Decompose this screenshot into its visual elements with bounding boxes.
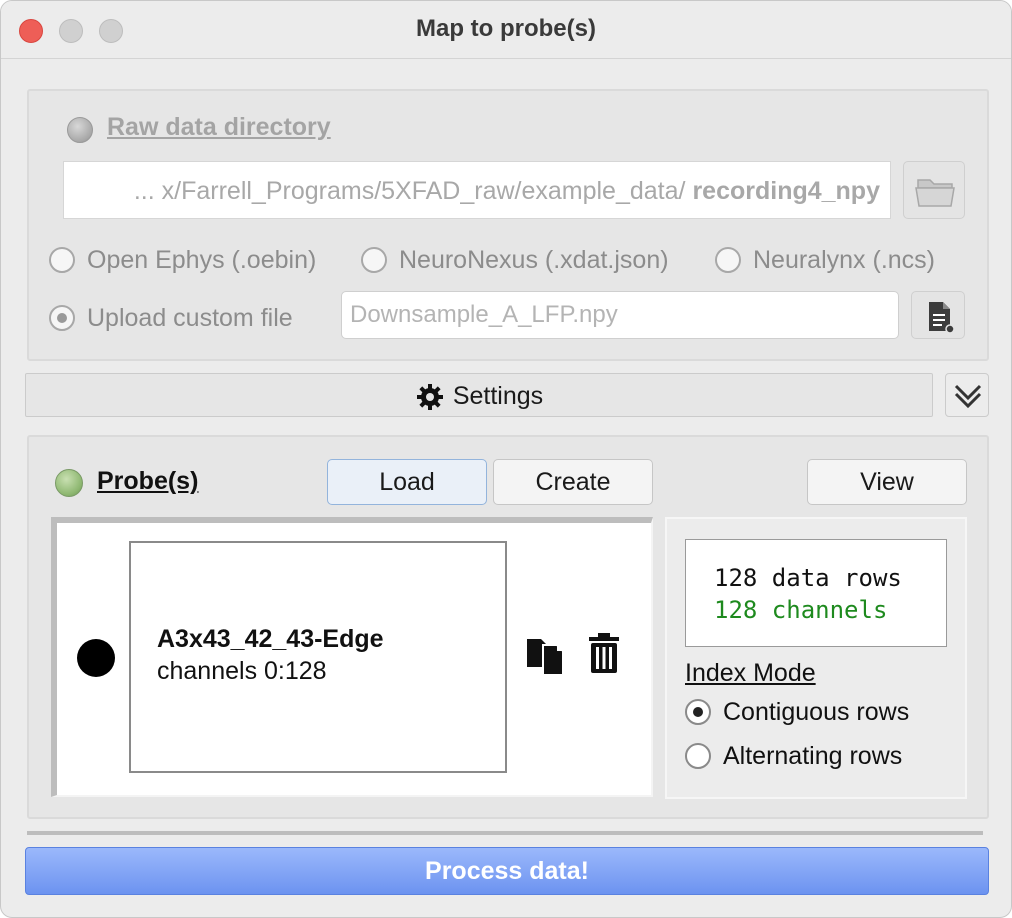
radio-alternating-rows-control[interactable] [685,743,711,770]
radio-contiguous-rows-control[interactable] [685,699,711,726]
settings-label: Settings [452,382,544,410]
gear-icon [416,384,443,411]
probe-title: Probe(s) [97,467,199,495]
titlebar: Map to probe(s) [1,1,1011,59]
raw-data-title: Raw data directory [107,113,331,141]
radio-upload-custom-label: Upload custom file [87,303,293,332]
file-icon [929,302,955,334]
path-file: recording4_npy [692,177,880,205]
probe-status-indicator [55,469,83,497]
probe-info-box: 128 data rows 128 channels [685,539,947,647]
settings-toggle-bar[interactable]: Settings [25,373,933,417]
probe-channels: channels 0:128 [157,657,327,685]
probe-name: A3x43_42_43-Edge [157,625,384,653]
expand-settings-button[interactable] [945,373,989,417]
radio-neuralynx-label: Neuralynx (.ncs) [753,245,935,274]
probe-color-dot[interactable] [77,639,115,677]
radio-contiguous-rows-label: Contiguous rows [723,697,910,726]
browse-file-button[interactable] [911,291,965,339]
process-data-button[interactable]: Process data! [25,847,989,895]
window-title: Map to probe(s) [416,15,596,42]
copy-icon[interactable] [525,633,569,682]
probe-info-panel: 128 data rows 128 channels Index Mode Co… [665,517,967,799]
radio-alternating-rows[interactable]: Alternating rows [685,741,902,771]
index-mode-title: Index Mode [685,659,816,687]
probe-list[interactable]: A3x43_42_43-Edge channels 0:128 [51,517,653,797]
raw-data-group: Raw data directory ... x/Farrell_Program… [27,89,989,361]
probe-card[interactable]: A3x43_42_43-Edge channels 0:128 [129,541,507,773]
radio-neuralynx-control[interactable] [715,247,741,274]
radio-neuronexus-control[interactable] [361,247,387,274]
data-rows-text: 128 data rows [714,564,902,592]
custom-file-field[interactable]: Downsample_A_LFP.npy [341,291,899,339]
window: Map to probe(s) Raw data directory ... x… [0,0,1012,918]
channels-text: 128 channels [714,596,888,624]
radio-upload-custom-control[interactable] [49,305,75,332]
folder-icon [915,179,955,207]
radio-open-ephys-label: Open Ephys (.oebin) [87,245,317,274]
radio-contiguous-rows[interactable]: Contiguous rows [685,697,909,727]
browse-folder-button[interactable] [903,161,965,219]
trash-icon[interactable] [587,633,621,680]
chevron-double-down-icon [954,384,982,409]
probe-group: Probe(s) Load Create View A3x43_42_43-Ed… [27,435,989,819]
radio-neuronexus[interactable]: NeuroNexus (.xdat.json) [361,245,669,275]
load-probe-button[interactable]: Load [327,459,487,505]
radio-open-ephys[interactable]: Open Ephys (.oebin) [49,245,316,275]
raw-data-path-field[interactable]: ... x/Farrell_Programs/5XFAD_raw/example… [63,161,891,219]
radio-upload-custom[interactable]: Upload custom file [49,303,293,333]
raw-data-status-indicator [67,117,93,143]
view-probe-button[interactable]: View [807,459,967,505]
path-prefix: ... x/Farrell_Programs/5XFAD_raw/example… [133,177,686,205]
create-probe-button[interactable]: Create [493,459,653,505]
radio-open-ephys-control[interactable] [49,247,75,274]
radio-neuronexus-label: NeuroNexus (.xdat.json) [399,245,669,274]
divider [27,831,983,835]
radio-alternating-rows-label: Alternating rows [723,741,903,770]
radio-neuralynx[interactable]: Neuralynx (.ncs) [715,245,935,275]
